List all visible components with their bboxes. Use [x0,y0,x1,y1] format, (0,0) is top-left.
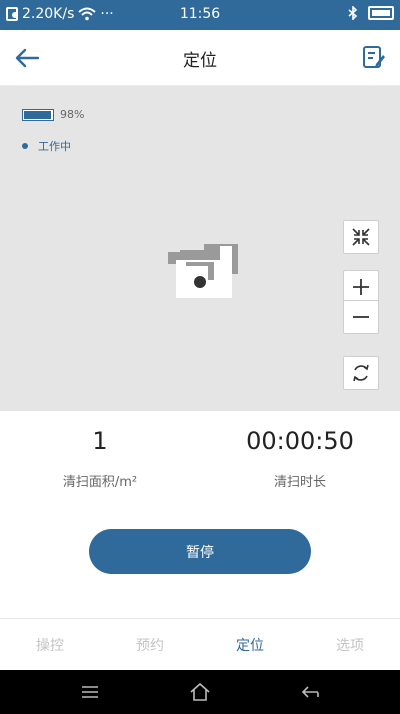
tab-schedule[interactable]: 预约 [100,619,200,670]
status-text: 工作中 [38,140,71,153]
robot-position-marker [194,276,206,288]
status-bar-right [348,6,394,20]
status-bar: 2.20K/s ··· 11:56 [0,0,400,30]
tab-control[interactable]: 操控 [0,619,100,670]
cleaning-stats: 1 清扫面积/m² 00:00:50 清扫时长 [0,411,400,516]
rotate-icon [353,364,369,382]
zoom-out-button[interactable] [343,300,379,334]
battery-level-bar [22,108,54,121]
back-icon[interactable] [298,680,322,704]
duration-stat: 00:00:50 清扫时长 [200,427,400,490]
rotate-button[interactable] [343,356,379,390]
shrink-icon [352,228,370,246]
duration-value: 00:00:50 [246,427,354,455]
battery-icon [368,6,394,20]
tab-locate[interactable]: 定位 [200,619,300,670]
menu-icon[interactable] [78,680,102,704]
bottom-tab-bar: 操控 预约 定位 选项 [0,618,400,670]
home-icon[interactable] [188,680,212,704]
bluetooth-icon [348,6,358,20]
area-stat: 1 清扫面积/m² [0,427,200,490]
shrink-button[interactable] [343,220,379,254]
page-title: 定位 [183,51,217,71]
robot-battery: 98% [22,108,84,121]
cleaning-map [168,244,238,298]
plus-icon [353,279,369,295]
tab-options[interactable]: 选项 [300,619,400,670]
status-time: 11:56 [179,6,221,22]
area-value: 1 [92,427,108,455]
status-dot [22,143,28,149]
map-area[interactable]: 98% 工作中 [0,86,400,411]
area-label: 清扫面积/m² [62,475,138,490]
pause-button[interactable]: 暂停 [89,529,311,574]
edit-icon[interactable] [362,44,386,70]
minus-icon [353,316,369,318]
duration-label: 清扫时长 [273,475,326,490]
robot-status: 工作中 [22,138,71,154]
system-nav-bar [0,670,400,714]
zoom-in-button[interactable] [343,270,379,304]
app-header: 定位 [0,30,400,86]
battery-percent: 98% [60,108,85,121]
